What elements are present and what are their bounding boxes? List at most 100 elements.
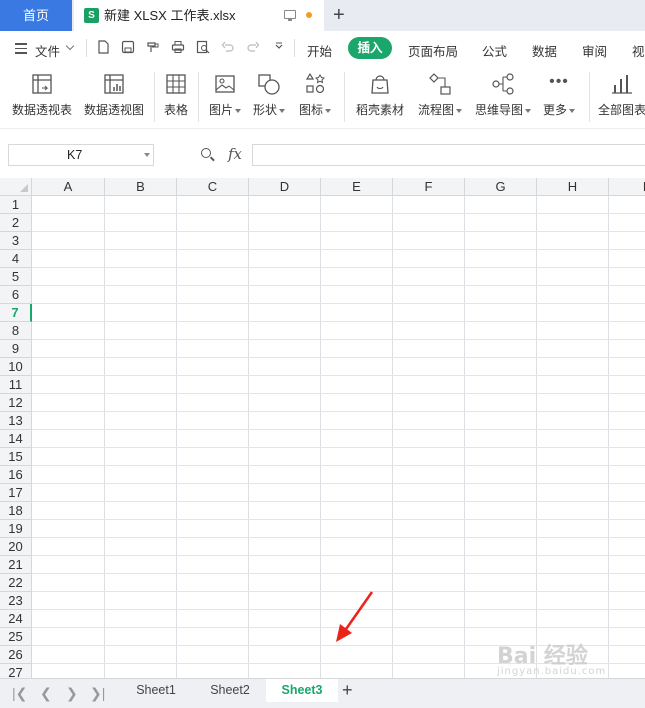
- grid-row-line: [32, 465, 645, 466]
- table-label: 表格: [163, 103, 188, 117]
- menu-view[interactable]: 视: [632, 41, 645, 60]
- row-header[interactable]: 17: [0, 484, 32, 502]
- row-header[interactable]: 5: [0, 268, 32, 286]
- column-header[interactable]: B: [105, 178, 177, 196]
- file-menu[interactable]: 文件: [35, 41, 60, 60]
- row-header[interactable]: 10: [0, 358, 32, 376]
- sheet-tab-sheet1[interactable]: Sheet1: [120, 679, 192, 702]
- hamburger-menu-icon[interactable]: [15, 43, 27, 54]
- row-header[interactable]: 9: [0, 340, 32, 358]
- pivot-chart-icon: [102, 72, 126, 96]
- row-header[interactable]: 25: [0, 628, 32, 646]
- grid-row-line: [32, 501, 645, 502]
- save-icon[interactable]: [121, 40, 135, 54]
- icons-button[interactable]: 图标: [296, 72, 334, 118]
- select-all-corner[interactable]: [0, 178, 32, 196]
- column-header[interactable]: D: [249, 178, 321, 196]
- menu-formulas[interactable]: 公式: [482, 41, 507, 60]
- column-header[interactable]: A: [32, 178, 105, 196]
- all-charts-label: 全部图表: [597, 103, 645, 117]
- picture-button[interactable]: 图片: [206, 72, 244, 118]
- row-header[interactable]: 19: [0, 520, 32, 538]
- undo-icon[interactable]: [221, 40, 235, 54]
- row-header[interactable]: 15: [0, 448, 32, 466]
- flowchart-button[interactable]: 流程图: [414, 72, 466, 118]
- new-doc-icon[interactable]: [96, 40, 110, 54]
- sheet-tab-sheet3[interactable]: Sheet3: [266, 679, 338, 702]
- monitor-icon[interactable]: [284, 10, 296, 21]
- prev-sheet-icon[interactable]: ❮: [40, 685, 52, 702]
- next-sheet-icon[interactable]: ❯: [66, 685, 78, 702]
- menu-start[interactable]: 开始: [307, 41, 332, 60]
- shape-button[interactable]: 形状: [250, 72, 288, 118]
- pivot-chart-button[interactable]: 数据透视图: [82, 72, 146, 118]
- menu-bar: 文件 开始 插入 页面布局 公式 数据 审阅 视: [0, 31, 645, 66]
- row-header[interactable]: 16: [0, 466, 32, 484]
- row-header[interactable]: 26: [0, 646, 32, 664]
- print-preview-icon[interactable]: [196, 40, 210, 54]
- formula-input[interactable]: [252, 144, 645, 166]
- row-header[interactable]: 22: [0, 574, 32, 592]
- column-header[interactable]: H: [537, 178, 609, 196]
- row-header[interactable]: 7: [0, 304, 32, 322]
- document-tab[interactable]: S 新建 XLSX 工作表.xlsx: [74, 0, 324, 31]
- pivot-table-icon: [30, 72, 54, 96]
- grid-row-line: [32, 573, 645, 574]
- docer-material-button[interactable]: 稻壳素材: [352, 72, 408, 118]
- menu-data[interactable]: 数据: [532, 41, 557, 60]
- row-header[interactable]: 18: [0, 502, 32, 520]
- divider: [344, 72, 345, 122]
- redo-icon[interactable]: [246, 40, 260, 54]
- row-header[interactable]: 20: [0, 538, 32, 556]
- customize-toolbar-icon[interactable]: [272, 40, 286, 54]
- column-header[interactable]: G: [465, 178, 537, 196]
- column-header[interactable]: C: [177, 178, 249, 196]
- row-header[interactable]: 6: [0, 286, 32, 304]
- name-box[interactable]: K7: [8, 144, 154, 166]
- menu-insert[interactable]: 插入: [348, 37, 392, 59]
- document-title: 新建 XLSX 工作表.xlsx: [104, 8, 236, 23]
- row-header[interactable]: 23: [0, 592, 32, 610]
- more-button[interactable]: ••• 更多: [540, 72, 578, 118]
- column-header[interactable]: I: [609, 178, 645, 196]
- row-header[interactable]: 11: [0, 376, 32, 394]
- unsaved-dot-icon: [306, 12, 312, 18]
- format-painter-icon[interactable]: [146, 40, 160, 54]
- row-header[interactable]: 21: [0, 556, 32, 574]
- table-button[interactable]: 表格: [160, 72, 192, 118]
- caret-down-icon: [569, 108, 575, 113]
- icons-label-text: 图标: [298, 103, 323, 117]
- grid-row-line: [32, 213, 645, 214]
- row-header[interactable]: 2: [0, 214, 32, 232]
- add-sheet-button[interactable]: +: [342, 680, 353, 701]
- column-header[interactable]: F: [393, 178, 465, 196]
- grid-column-line: [104, 196, 105, 678]
- row-header[interactable]: 12: [0, 394, 32, 412]
- chevron-down-icon[interactable]: [65, 41, 75, 51]
- last-sheet-icon[interactable]: ❯|: [90, 685, 105, 702]
- column-header[interactable]: E: [321, 178, 393, 196]
- fx-icon[interactable]: fx: [228, 145, 242, 163]
- all-charts-button[interactable]: 全部图表: [596, 72, 645, 118]
- row-header[interactable]: 24: [0, 610, 32, 628]
- title-bar: 首页 S 新建 XLSX 工作表.xlsx +: [0, 0, 645, 31]
- spreadsheet-grid[interactable]: A B C D E F G H I 1 2 3 4 5 6 7 8 9 10 11 12 13 14 15 16 17 18 19 20…: [0, 178, 645, 678]
- row-header[interactable]: 4: [0, 250, 32, 268]
- row-header[interactable]: 27: [0, 664, 32, 678]
- row-header[interactable]: 14: [0, 430, 32, 448]
- row-header[interactable]: 8: [0, 322, 32, 340]
- row-header[interactable]: 1: [0, 196, 32, 214]
- menu-page-layout[interactable]: 页面布局: [408, 41, 458, 60]
- sheet-tab-sheet2[interactable]: Sheet2: [194, 679, 266, 702]
- pivot-table-button[interactable]: 数据透视表: [10, 72, 74, 118]
- row-header[interactable]: 3: [0, 232, 32, 250]
- menu-review[interactable]: 审阅: [582, 41, 607, 60]
- new-tab-button[interactable]: +: [333, 2, 345, 28]
- row-header[interactable]: 13: [0, 412, 32, 430]
- print-icon[interactable]: [171, 40, 185, 54]
- dropdown-arrow-icon[interactable]: [144, 153, 150, 157]
- first-sheet-icon[interactable]: |❮: [12, 685, 27, 702]
- mindmap-button[interactable]: 思维导图: [472, 72, 534, 118]
- home-tab[interactable]: 首页: [0, 0, 72, 31]
- zoom-icon[interactable]: [201, 148, 211, 158]
